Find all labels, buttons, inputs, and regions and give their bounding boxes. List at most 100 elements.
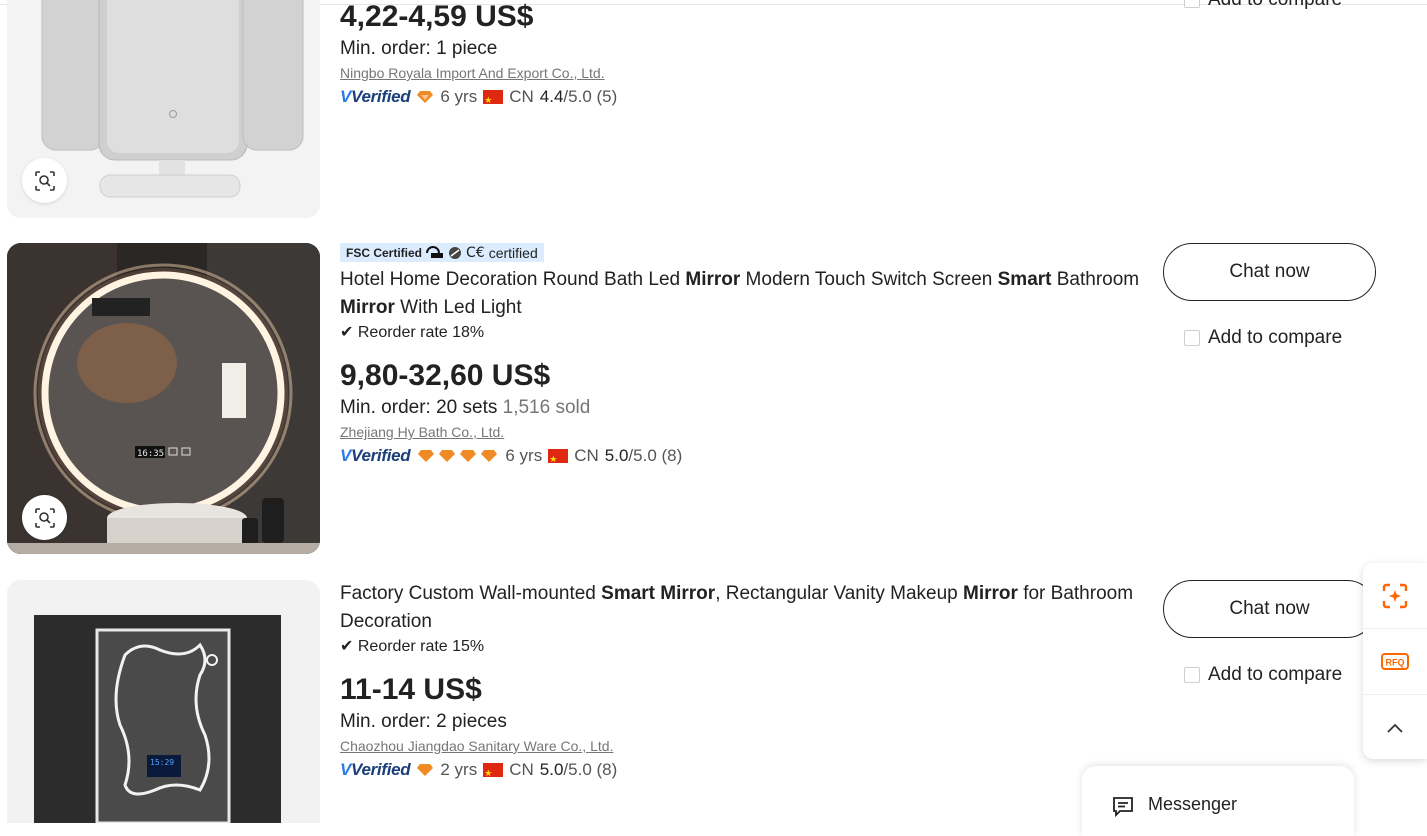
certification-badges[interactable]: FSC Certified C€ certified [340,243,544,262]
diamond-icon [439,450,456,462]
supplier-country: CN [574,446,599,465]
image-search-icon [34,170,55,191]
reorder-rate: ✔ Reorder rate 15% [340,636,1140,658]
product-title[interactable]: Hotel Home Decoration Round Bath Led Mir… [340,266,1140,322]
messenger-label: Messenger [1148,794,1238,814]
title-keyword: Smart Mirror [601,583,716,604]
product-image[interactable] [7,0,320,218]
floating-toolbar: RFQ [1363,563,1427,759]
product-info: Factory Custom Wall-mounted Smart Mirror… [340,580,1140,786]
product-title[interactable]: Factory Custom Wall-mounted Smart Mirror… [340,580,1140,636]
title-keyword: Smart [997,269,1052,290]
back-to-top-button[interactable] [1363,695,1427,760]
supplier-link[interactable]: Chaozhou Jiangdao Sanitary Ware Co., Ltd… [340,735,1140,757]
title-text: Modern Touch Switch Screen [740,269,998,290]
title-keyword: Mirror [340,297,395,318]
add-to-compare[interactable]: Add to compare [1184,664,1342,686]
add-to-compare[interactable]: Add to compare [1184,327,1342,349]
title-text: Bathroom [1051,269,1140,290]
reorder-rate-label: Reorder rate 18% [357,324,485,341]
price: 11-14 US$ [340,673,482,706]
diamond-icon [418,450,435,462]
ai-search-icon [1382,583,1408,608]
title-text: , Rectangular Vanity Makeup [715,583,964,604]
certification-mark-icon [426,245,444,258]
min-order-row: Min. order: 20 sets 1,516 sold [340,395,1140,421]
ai-image-search-button[interactable] [1363,563,1427,629]
fsc-certified-label: FSC Certified [346,245,423,260]
chat-now-button[interactable]: Chat now [1163,580,1376,638]
chat-now-button[interactable]: Chat now [1163,243,1376,301]
verified-label: Verified [351,446,411,465]
title-text: With Led Light [394,297,522,318]
add-to-compare[interactable]: Add to compare [1184,0,1342,11]
price: 9,80-32,60 US$ [340,359,551,392]
product-info: 4,22-4,59 US$ Min. order: 1 piece Ningbo… [340,0,1140,113]
review-count: (8) [596,760,618,779]
min-order: Min. order: 2 pieces [340,711,507,732]
supplier-meta: VVerified 6 yrs CN 5.0/5.0 (8) [340,443,1140,472]
compare-label: Add to compare [1208,327,1343,348]
min-order: Min. order: 1 piece [340,38,498,59]
title-text: Factory Custom Wall-mounted [340,583,602,604]
compare-checkbox[interactable] [1184,330,1200,346]
supplier-link[interactable]: Ningbo Royala Import And Export Co., Ltd… [340,62,1140,84]
rating-max: /5.0 [563,760,592,779]
price: 4,22-4,59 US$ [340,0,534,33]
verified-label: Verified [351,87,411,106]
certification-seal-icon [449,246,462,259]
verified-badge: VVerified [340,87,411,106]
compare-label: Add to compare [1208,664,1343,685]
rfq-icon: RFQ [1381,652,1409,670]
verified-label: Verified [351,760,411,779]
rating: 5.0 [539,760,564,779]
verified-badge: VVerified [340,446,411,465]
diamond-icon [417,764,434,776]
rating-max: /5.0 [563,87,592,106]
diamond-icon [481,450,498,462]
supplier-meta: VVerified 2 yrs CN 5.0/5.0 (8) [340,757,1140,786]
china-flag-icon [483,760,504,786]
image-search-button[interactable] [22,158,67,203]
product-image[interactable]: 15:29 [7,580,320,823]
product-image[interactable]: 16:35 [7,243,320,554]
supplier-link[interactable]: Zhejiang Hy Bath Co., Ltd. [340,421,1140,443]
diamond-icon [460,450,477,462]
min-order: Min. order: 20 sets [340,397,498,418]
message-icon [1113,797,1133,817]
title-keyword: Mirror [963,583,1018,604]
supplier-diamonds [416,449,499,463]
image-search-button[interactable] [22,495,67,540]
check-icon: ✔ [340,638,354,655]
compare-label: Add to compare [1208,0,1342,11]
compare-checkbox[interactable] [1184,0,1200,8]
sold-count: 1,516 sold [502,397,591,418]
rating: 4.4 [539,87,564,106]
supplier-years: 2 yrs [440,760,478,779]
china-flag-icon [483,87,504,113]
verified-badge: VVerified [340,760,411,779]
certified-label: certified [488,244,538,261]
mirror-clock: 16:35 [137,449,164,459]
rfq-button[interactable]: RFQ [1363,629,1427,695]
ce-mark-icon: C€ [466,244,485,261]
supplier-years: 6 yrs [440,87,478,106]
image-search-icon [34,507,55,528]
title-text: Hotel Home Decoration Round Bath Led [340,269,686,290]
rating: 5.0 [604,446,629,465]
compare-checkbox[interactable] [1184,667,1200,683]
review-count: (8) [661,446,683,465]
china-flag-icon [548,446,569,472]
rectangular-led-mirror-image: 15:29 [7,580,320,823]
supplier-meta: VVerified 6 yrs CN 4.4/5.0 (5) [340,84,1140,113]
product-info: FSC Certified C€ certified Hotel Home De… [340,243,1140,472]
reorder-rate: ✔ Reorder rate 18% [340,322,1140,344]
messenger-panel[interactable]: Messenger [1082,766,1354,836]
check-icon: ✔ [340,324,354,341]
supplier-years: 6 yrs [505,446,543,465]
title-keyword: Mirror [685,269,741,290]
rfq-label: RFQ [1386,657,1405,667]
reorder-rate-label: Reorder rate 15% [357,638,485,655]
rating-max: /5.0 [628,446,657,465]
review-count: (5) [596,87,618,106]
